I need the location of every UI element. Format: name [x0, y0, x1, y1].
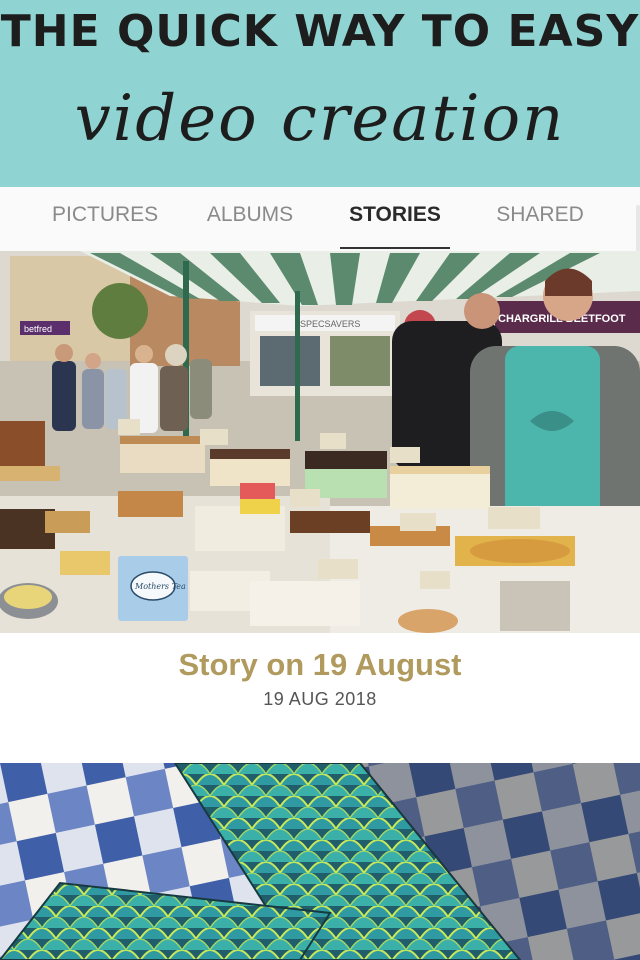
banner-headline: The quick way to easy: [0, 6, 640, 57]
banner-subheadline: video creation: [74, 82, 566, 156]
tab-pictures[interactable]: PICTURES: [52, 187, 158, 251]
story-cover-photo[interactable]: betfred SPECSAVERS CHARGRILL BEETFOOT Mo…: [0, 251, 640, 633]
fabric-image: [0, 763, 640, 960]
story-date: 19 AUG 2018: [263, 689, 377, 709]
tea-tag: Mothers Tea: [118, 556, 188, 621]
tab-shared[interactable]: SHARED: [496, 187, 584, 251]
next-story-photo[interactable]: [0, 763, 640, 960]
promo-banner: The quick way to easy video creation: [0, 0, 640, 187]
shop-sign-left: betfred: [24, 324, 52, 334]
tab-albums[interactable]: ALBUMS: [204, 187, 296, 251]
gallery-tab-bar: PICTURES ALBUMS STORIES SHARED: [0, 187, 640, 251]
story-title: Story on 19 August: [178, 647, 462, 682]
shop-sign-center: SPECSAVERS: [300, 319, 360, 329]
story-card[interactable]: Story on 19 August 19 AUG 2018: [0, 633, 640, 763]
market-stall-image: betfred SPECSAVERS CHARGRILL BEETFOOT Mo…: [0, 251, 640, 633]
tab-stories[interactable]: STORIES: [340, 187, 450, 251]
tea-tag-text: Mothers Tea: [134, 582, 186, 591]
